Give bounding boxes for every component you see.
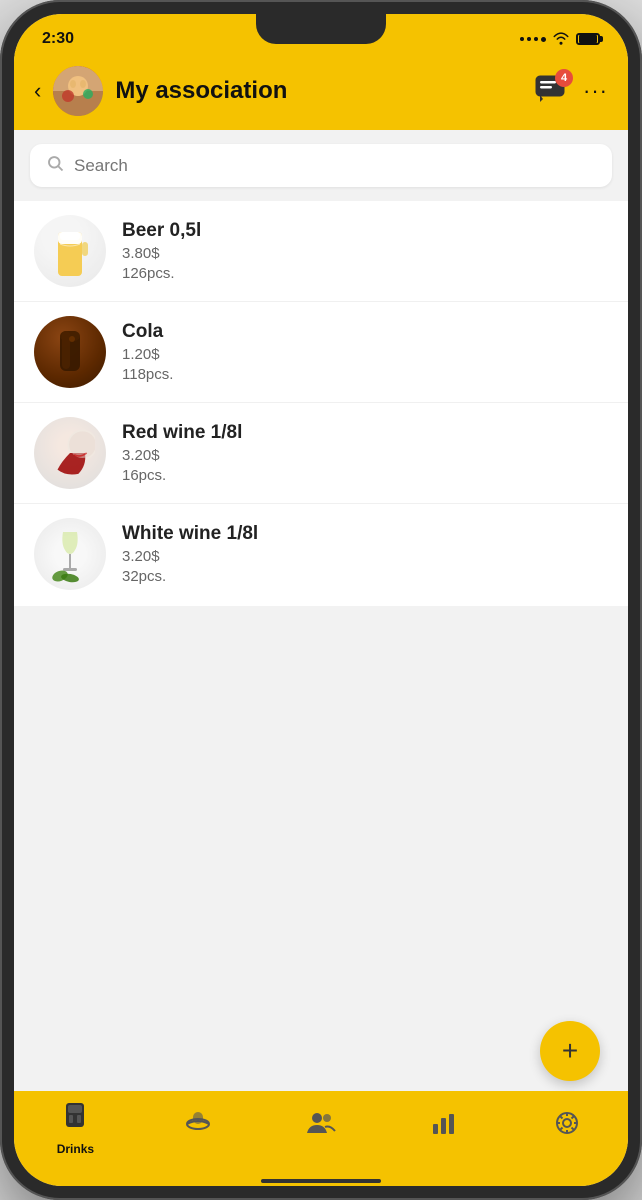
items-list: Beer 0,5l 3.80$ 126pcs. [14, 201, 628, 606]
item-name: Cola [122, 321, 173, 343]
item-info-whitewine: White wine 1/8l 3.20$ 32pcs. [122, 523, 258, 585]
phone-frame: 2:30 ‹ [0, 0, 642, 1200]
item-price: 1.20$ [122, 346, 173, 363]
empty-area [14, 606, 628, 1011]
content-area: Beer 0,5l 3.80$ 126pcs. [14, 130, 628, 1091]
signal-icon [520, 37, 546, 42]
nav-item-stats[interactable] [382, 1110, 505, 1147]
home-bar [261, 1179, 381, 1183]
food-icon [185, 1110, 211, 1143]
item-info-beer: Beer 0,5l 3.80$ 126pcs. [122, 220, 201, 282]
notch [256, 14, 386, 44]
item-name: Red wine 1/8l [122, 422, 242, 444]
item-qty: 16pcs. [122, 467, 242, 484]
search-container [14, 130, 628, 201]
more-button[interactable]: ··· [583, 78, 608, 104]
stats-icon [431, 1110, 457, 1143]
phone-screen: 2:30 ‹ [14, 14, 628, 1186]
item-qty: 118pcs. [122, 366, 173, 383]
notification-badge: 4 [555, 69, 573, 87]
back-button[interactable]: ‹ [34, 80, 41, 102]
item-price: 3.20$ [122, 447, 242, 464]
home-indicator [14, 1180, 628, 1186]
item-qty: 32pcs. [122, 568, 258, 585]
members-icon [306, 1111, 336, 1142]
status-icons [520, 31, 600, 48]
nav-item-food[interactable] [137, 1110, 260, 1147]
drinks-icon [62, 1101, 88, 1138]
item-image-beer [34, 215, 106, 287]
item-price: 3.80$ [122, 245, 201, 262]
item-image-cola [34, 316, 106, 388]
item-price: 3.20$ [122, 548, 258, 565]
item-image-whitewine [34, 518, 106, 590]
wifi-icon [552, 31, 570, 48]
notifications-button[interactable]: 4 [535, 75, 567, 108]
list-item[interactable]: White wine 1/8l 3.20$ 32pcs. [14, 504, 628, 604]
item-info-redwine: Red wine 1/8l 3.20$ 16pcs. [122, 422, 242, 484]
item-name: Beer 0,5l [122, 220, 201, 242]
battery-icon [576, 33, 600, 45]
settings-icon [554, 1110, 580, 1143]
bottom-navigation: Drinks [14, 1091, 628, 1180]
header-title: My association [115, 77, 523, 105]
nav-item-drinks[interactable]: Drinks [14, 1101, 137, 1156]
fab-container: + [14, 1011, 628, 1091]
list-item[interactable]: Cola 1.20$ 118pcs. [14, 302, 628, 403]
item-qty: 126pcs. [122, 265, 201, 282]
app-header: ‹ My association [14, 58, 628, 130]
item-name: White wine 1/8l [122, 523, 258, 545]
nav-item-settings[interactable] [505, 1110, 628, 1147]
item-info-cola: Cola 1.20$ 118pcs. [122, 321, 173, 383]
nav-item-members[interactable] [260, 1111, 383, 1146]
header-actions: 4 ··· [535, 75, 608, 108]
nav-label-drinks: Drinks [57, 1142, 94, 1156]
item-image-redwine [34, 417, 106, 489]
status-time: 2:30 [42, 30, 74, 48]
search-icon [46, 154, 64, 177]
avatar [53, 66, 103, 116]
list-item[interactable]: Beer 0,5l 3.80$ 126pcs. [14, 201, 628, 302]
list-item[interactable]: Red wine 1/8l 3.20$ 16pcs. [14, 403, 628, 504]
search-input[interactable] [74, 156, 596, 176]
add-button[interactable]: + [540, 1021, 600, 1081]
search-box[interactable] [30, 144, 612, 187]
